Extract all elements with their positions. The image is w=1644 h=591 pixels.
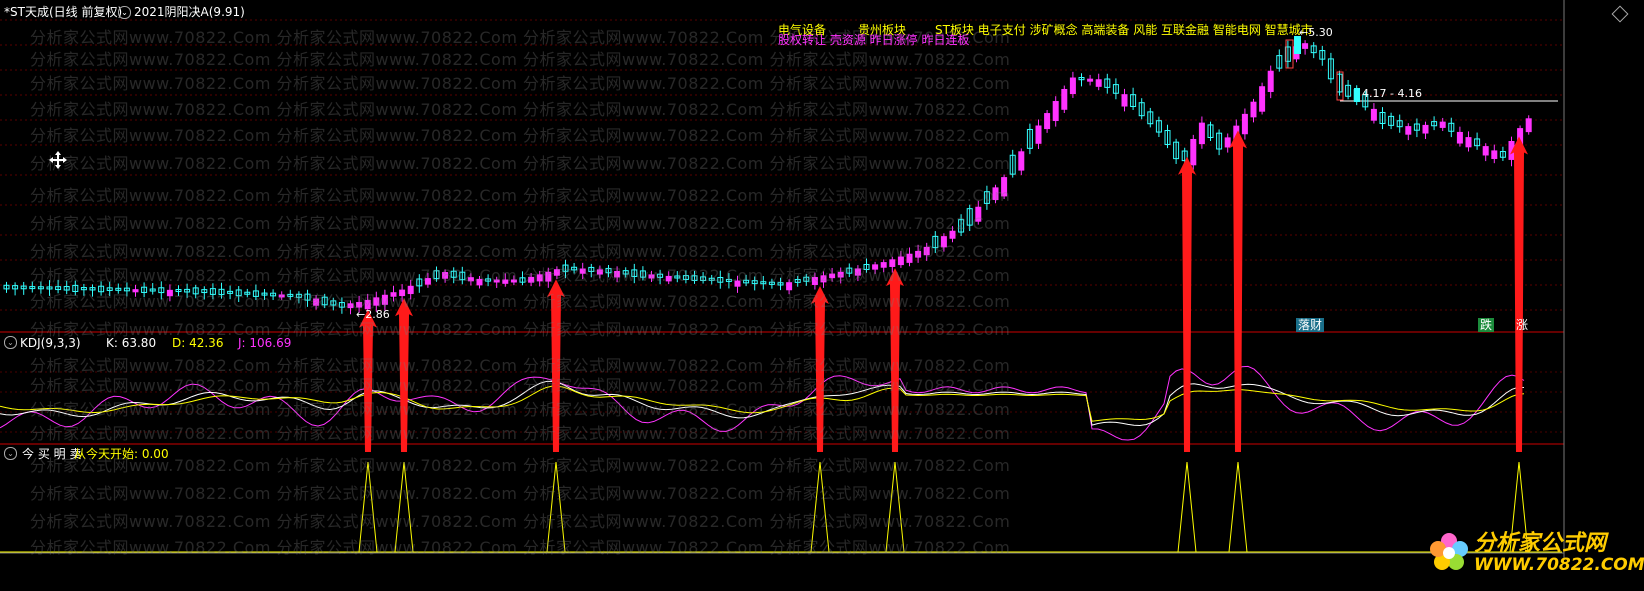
kdj-title[interactable]: KDJ(9,3,3) [20, 336, 81, 350]
chevron-down-icon[interactable]: ⌄ [4, 447, 17, 460]
stock-title[interactable]: *ST天成(日线 前复权) [4, 5, 122, 19]
candle-body [1456, 131, 1463, 144]
watermark-text: 分析家公式网www.70822.Com 分析家公式网www.70822.Com … [30, 100, 1011, 119]
low-price-value: 2.86 [365, 308, 390, 321]
candle-body [1190, 138, 1197, 166]
candle-body [1087, 78, 1094, 82]
low-price-label: ←2.86 [356, 308, 390, 321]
candle-body [1061, 88, 1068, 110]
high-price-label: ←5.30 [1299, 26, 1333, 39]
candle-body [1241, 113, 1248, 135]
watermark-text: 分析家公式网www.70822.Com 分析家公式网www.70822.Com … [30, 538, 1011, 557]
chevron-down-icon[interactable]: ⌄ [4, 336, 17, 349]
range-price-label: 4.17 - 4.16 [1362, 87, 1422, 100]
kdj-j-value: J: 106.69 [238, 336, 292, 350]
tag-events: 股权转让 壳资源 昨日涨停 昨日连板 [778, 33, 970, 47]
watermark-text: 分析家公式网www.70822.Com 分析家公式网www.70822.Com … [30, 154, 1011, 173]
tag-concepts: ST板块 电子支付 涉矿概念 高端装备 风能 互联金融 智能电网 智慧城市 [935, 23, 1313, 37]
kdj-d-value: D: 42.36 [172, 336, 224, 350]
flower-logo-icon [1430, 533, 1468, 570]
buy-arrow [1178, 156, 1196, 452]
high-price-value: 5.30 [1308, 26, 1333, 39]
watermark-text: 分析家公式网www.70822.Com 分析家公式网www.70822.Com … [30, 456, 1011, 475]
candle-body [1250, 101, 1257, 118]
watermark-text: 分析家公式网www.70822.Com 分析家公式网www.70822.Com … [30, 376, 1011, 395]
watermark-text: 分析家公式网www.70822.Com 分析家公式网www.70822.Com … [30, 242, 1011, 261]
candle-body [1525, 118, 1532, 133]
indicator-title[interactable]: 2021阴阳决A(9.91) [134, 5, 245, 19]
candle-body [1302, 43, 1309, 49]
watermark-text: 分析家公式网www.70822.Com 分析家公式网www.70822.Com … [30, 74, 1011, 93]
candle-body [1095, 79, 1102, 87]
site-logo: 分析家公式网 WWW.70822.COM [1426, 523, 1644, 581]
candle-body [1370, 108, 1377, 121]
buy-arrow [1510, 136, 1528, 452]
candle-body [1465, 137, 1472, 148]
watermark-text: 分析家公式网www.70822.Com 分析家公式网www.70822.Com … [30, 484, 1011, 503]
candle-body [1285, 39, 1294, 69]
event-badge[interactable]: 落财 [1296, 318, 1325, 332]
watermark-text: 分析家公式网www.70822.Com 分析家公式网www.70822.Com … [30, 400, 1011, 419]
watermark-text: 分析家公式网www.70822.Com 分析家公式网www.70822.Com … [30, 266, 1011, 285]
watermark-text: 分析家公式网www.70822.Com 分析家公式网www.70822.Com … [30, 214, 1011, 233]
rise-badge[interactable]: 涨 [1514, 318, 1530, 332]
candle-body [1035, 125, 1042, 144]
candle-body [1018, 151, 1025, 171]
candle-body [1405, 126, 1412, 135]
candle-body [1267, 70, 1274, 92]
kdj-k-value: K: 63.80 [106, 336, 157, 350]
signal-spike [1228, 461, 1248, 553]
logo-title: 分析家公式网 [1474, 531, 1607, 556]
candle-body [1224, 137, 1231, 148]
fall-badge[interactable]: 跌 [1478, 318, 1495, 332]
move-cursor-icon [49, 151, 67, 169]
candle-body [1439, 121, 1446, 128]
candle-body [1354, 88, 1360, 102]
candle-body [1044, 113, 1051, 130]
watermark-text: 分析家公式网www.70822.Com 分析家公式网www.70822.Com … [30, 126, 1011, 145]
signal-value: 从今天开始: 0.00 [74, 447, 169, 461]
candle-body [1482, 146, 1489, 156]
logo-url: WWW.70822.COM [1474, 555, 1644, 575]
signal-spike [1177, 461, 1197, 553]
candle-body [1198, 122, 1205, 145]
candle-body [1069, 77, 1076, 95]
candle-body [1121, 94, 1128, 107]
buy-arrow [1229, 130, 1247, 452]
watermark-text: 分析家公式网www.70822.Com 分析家公式网www.70822.Com … [30, 424, 1011, 443]
signal-title[interactable]: 今 买 明 卖 [22, 447, 81, 461]
watermark-text: 分析家公式网www.70822.Com 分析家公式网www.70822.Com … [30, 512, 1011, 531]
watermark-text: 分析家公式网www.70822.Com 分析家公式网www.70822.Com … [30, 292, 1011, 311]
watermark-text: 分析家公式网www.70822.Com 分析家公式网www.70822.Com … [30, 50, 1011, 69]
chevron-down-icon[interactable]: ⌄ [118, 6, 131, 19]
candle-body [1422, 124, 1429, 134]
watermark-text: 分析家公式网www.70822.Com 分析家公式网www.70822.Com … [30, 186, 1011, 205]
candle-body [1052, 101, 1059, 122]
candle-body [1259, 86, 1266, 112]
candle-body [1491, 150, 1498, 159]
